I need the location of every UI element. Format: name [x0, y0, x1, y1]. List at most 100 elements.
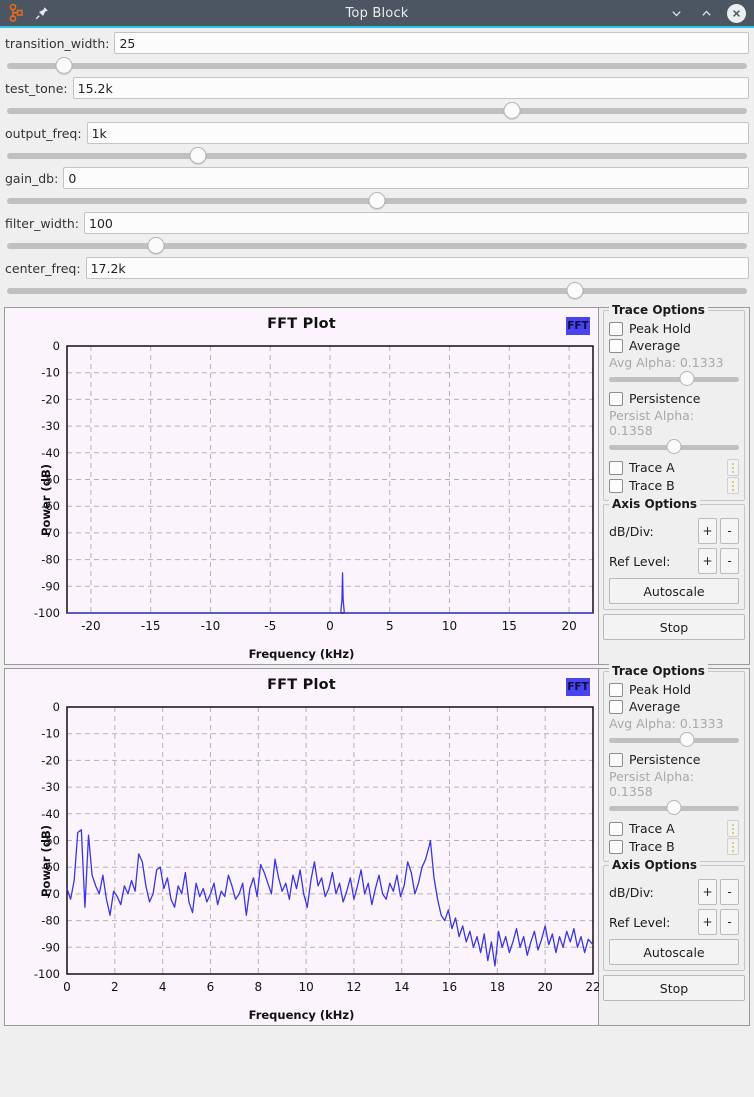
- trace-b-label-2: Trace B: [629, 839, 675, 854]
- trace-options-group-1: Trace Options Peak Hold Average Avg Alph…: [603, 303, 745, 501]
- avg-alpha-slider-1[interactable]: [609, 371, 739, 387]
- trace-a-label-1: Trace A: [629, 460, 675, 475]
- db-div-buttons-1: + -: [698, 518, 739, 544]
- trace-a-row-2[interactable]: Trace A: [609, 820, 739, 837]
- average-row-2[interactable]: Average: [609, 699, 739, 714]
- slider-groove: [609, 738, 739, 743]
- ref-level-plus-button-2[interactable]: +: [698, 909, 717, 935]
- param-row-center-freq: center_freq:: [5, 257, 749, 279]
- persistence-row-1[interactable]: Persistence: [609, 391, 739, 406]
- ref-level-minus-button-1[interactable]: -: [720, 548, 739, 574]
- svg-text:0: 0: [326, 619, 334, 633]
- average-checkbox-2[interactable]: [609, 699, 623, 714]
- param-slider-output-freq[interactable]: [5, 145, 749, 165]
- trace-b-color-button-1[interactable]: [727, 477, 739, 494]
- close-button[interactable]: [727, 3, 746, 23]
- param-slider-center-freq[interactable]: [5, 280, 749, 300]
- svg-text:0: 0: [53, 700, 60, 714]
- svg-text:-90: -90: [41, 579, 60, 593]
- param-input-output-freq[interactable]: [86, 122, 749, 144]
- trace-a-color-button-2[interactable]: [727, 820, 739, 837]
- trace-a-checkbox-1[interactable]: [609, 460, 623, 475]
- param-input-test-tone[interactable]: [72, 77, 749, 99]
- svg-text:-80: -80: [41, 553, 60, 567]
- slider-handle-transition-width[interactable]: [55, 57, 73, 74]
- autoscale-button-2[interactable]: Autoscale: [609, 939, 739, 965]
- stop-button-2[interactable]: Stop: [603, 975, 745, 1001]
- db-div-label-2: dB/Div:: [609, 884, 654, 900]
- param-slider-filter-width[interactable]: [5, 235, 749, 255]
- param-row-filter-width: filter_width:: [5, 212, 749, 234]
- slider-handle-gain-db[interactable]: [368, 192, 386, 209]
- param-input-transition-width[interactable]: [114, 32, 749, 54]
- persistence-checkbox-2[interactable]: [609, 752, 623, 767]
- slider-handle-filter-width[interactable]: [147, 237, 165, 254]
- avg-alpha-handle-2[interactable]: [679, 732, 695, 747]
- slider-handle-test-tone[interactable]: [503, 102, 521, 119]
- window-titlebar: Top Block: [0, 0, 754, 28]
- db-div-plus-button-1[interactable]: +: [698, 518, 717, 544]
- avg-alpha-slider-2[interactable]: [609, 732, 739, 748]
- svg-text:20: 20: [538, 980, 553, 994]
- ref-level-label-1: Ref Level:: [609, 553, 671, 569]
- trace-a-color-button-1[interactable]: [727, 459, 739, 476]
- param-input-center-freq[interactable]: [85, 257, 749, 279]
- ref-level-minus-button-2[interactable]: -: [720, 909, 739, 935]
- peak-hold-label-1: Peak Hold: [629, 321, 692, 336]
- minimize-button[interactable]: [667, 4, 685, 22]
- persistence-row-2[interactable]: Persistence: [609, 752, 739, 767]
- stop-button-1[interactable]: Stop: [603, 614, 745, 640]
- peak-hold-row-2[interactable]: Peak Hold: [609, 682, 739, 697]
- peak-hold-row-1[interactable]: Peak Hold: [609, 321, 739, 336]
- db-div-plus-button-2[interactable]: +: [698, 879, 717, 905]
- persist-alpha-handle-1[interactable]: [666, 439, 682, 454]
- param-label-output-freq: output_freq:: [5, 125, 82, 141]
- trace-b-row-2[interactable]: Trace B: [609, 838, 739, 855]
- trace-b-row-1[interactable]: Trace B: [609, 477, 739, 494]
- param-input-gain-db[interactable]: [63, 167, 749, 189]
- param-slider-gain-db[interactable]: [5, 190, 749, 210]
- trace-b-color-button-2[interactable]: [727, 838, 739, 855]
- svg-text:12: 12: [346, 980, 361, 994]
- persistence-checkbox-1[interactable]: [609, 391, 623, 406]
- avg-alpha-label-1: Avg Alpha: 0.1333: [609, 355, 724, 370]
- pin-icon[interactable]: [34, 5, 50, 21]
- trace-b-checkbox-2[interactable]: [609, 839, 623, 854]
- average-checkbox-1[interactable]: [609, 338, 623, 353]
- ref-level-plus-button-1[interactable]: +: [698, 548, 717, 574]
- persistence-label-1: Persistence: [629, 391, 701, 406]
- fft-badge-1[interactable]: FFT: [566, 317, 590, 335]
- x-axis-label-1: Frequency (kHz): [248, 647, 355, 661]
- svg-text:5: 5: [386, 619, 394, 633]
- param-label-center-freq: center_freq:: [5, 260, 81, 276]
- svg-text:6: 6: [207, 980, 215, 994]
- average-label-1: Average: [629, 338, 681, 353]
- slider-handle-center-freq[interactable]: [566, 282, 584, 299]
- slider-groove: [609, 377, 739, 382]
- svg-text:18: 18: [490, 980, 505, 994]
- svg-text:-10: -10: [41, 366, 60, 380]
- db-div-minus-button-1[interactable]: -: [720, 518, 739, 544]
- peak-hold-checkbox-1[interactable]: [609, 321, 623, 336]
- param-slider-transition-width[interactable]: [5, 55, 749, 75]
- autoscale-button-1[interactable]: Autoscale: [609, 578, 739, 604]
- persist-alpha-slider-1[interactable]: [609, 439, 739, 455]
- trace-a-row-1[interactable]: Trace A: [609, 459, 739, 476]
- average-row-1[interactable]: Average: [609, 338, 739, 353]
- persist-alpha-label-1: Persist Alpha: 0.1358: [609, 408, 695, 438]
- param-slider-test-tone[interactable]: [5, 100, 749, 120]
- fft-badge-2[interactable]: FFT: [566, 678, 590, 696]
- svg-text:-10: -10: [201, 619, 221, 633]
- slider-handle-output-freq[interactable]: [189, 147, 207, 164]
- maximize-button[interactable]: [697, 4, 715, 22]
- param-input-filter-width[interactable]: [84, 212, 749, 234]
- persist-alpha-handle-2[interactable]: [666, 800, 682, 815]
- svg-text:2: 2: [111, 980, 119, 994]
- avg-alpha-handle-1[interactable]: [679, 371, 695, 386]
- peak-hold-checkbox-2[interactable]: [609, 682, 623, 697]
- trace-b-checkbox-1[interactable]: [609, 478, 623, 493]
- trace-a-checkbox-2[interactable]: [609, 821, 623, 836]
- db-div-minus-button-2[interactable]: -: [720, 879, 739, 905]
- persist-alpha-slider-2[interactable]: [609, 800, 739, 816]
- svg-text:10: 10: [298, 980, 313, 994]
